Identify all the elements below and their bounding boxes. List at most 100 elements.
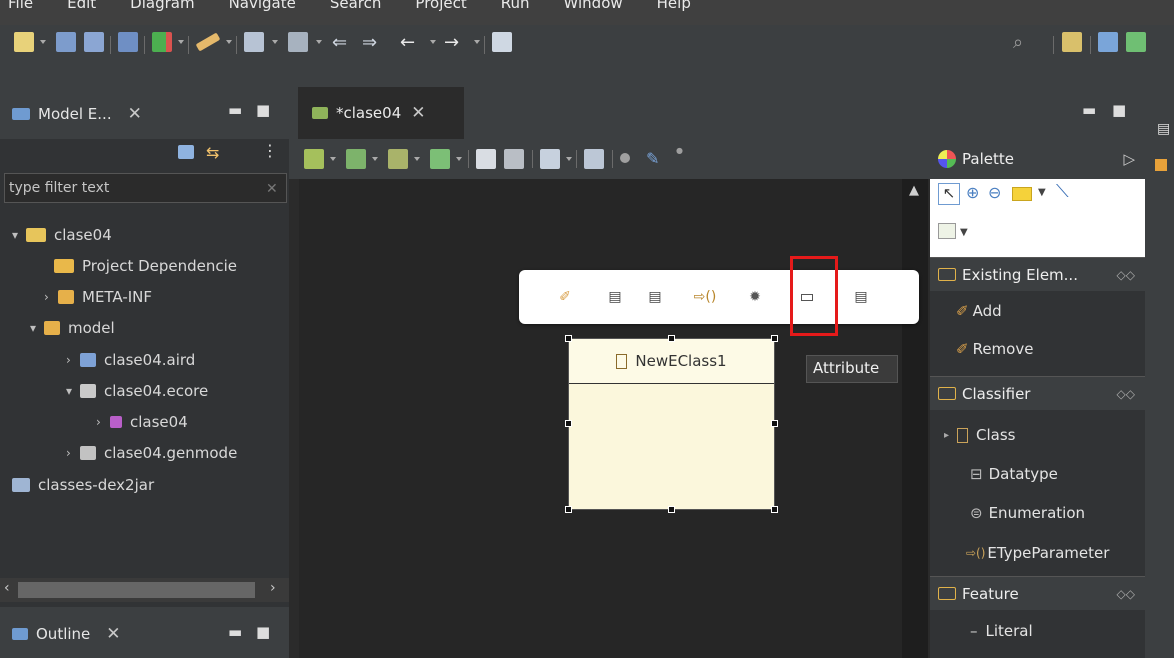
menu-diagram[interactable]: Diagram (130, 0, 194, 12)
arrange-dropdown-icon[interactable] (330, 157, 336, 161)
eclass-name[interactable]: NewEClass1 (635, 352, 726, 370)
pin-tool-icon[interactable] (938, 223, 956, 239)
filters-icon[interactable] (430, 149, 450, 169)
arrange-all-icon[interactable] (304, 149, 324, 169)
chevron-right-icon[interactable]: › (66, 353, 80, 367)
pin-dropdown-icon[interactable]: ▼ (960, 227, 968, 238)
settings-icon[interactable]: ✹ (745, 287, 765, 307)
forward-edit-icon[interactable]: ⇒ (362, 32, 386, 53)
palette-section-feature[interactable]: Feature ◇◇ (930, 576, 1145, 610)
maximize-icon[interactable]: ■ (1112, 101, 1126, 119)
tree-item-project[interactable]: ▾ clase04 (12, 222, 112, 248)
resize-handle[interactable] (668, 506, 675, 513)
resize-handle[interactable] (668, 335, 675, 342)
chevron-down-icon[interactable]: ▾ (30, 321, 44, 335)
back-edit-icon[interactable]: ⇐ (332, 32, 356, 53)
filter-input[interactable]: type filter text (4, 173, 287, 203)
select-tool-icon[interactable]: ↖ (938, 183, 960, 205)
resize-handle[interactable] (771, 506, 778, 513)
tree-item-ecore[interactable]: ▾ clase04.ecore (66, 378, 208, 404)
pencil-dropdown-icon[interactable] (226, 40, 232, 44)
console-icon[interactable] (118, 32, 138, 52)
note-icon[interactable] (1012, 187, 1032, 201)
palette-section-classifier[interactable]: Classifier ◇◇ (930, 376, 1145, 410)
menu-navigate[interactable]: Navigate (229, 0, 296, 12)
palette-section-existing[interactable]: Existing Elem... ◇◇ (930, 257, 1145, 291)
maximize-icon[interactable]: ■ (256, 623, 270, 641)
back-icon[interactable]: ← (400, 32, 424, 53)
resize-handle[interactable] (565, 335, 572, 342)
view-menu-icon[interactable]: ⋮ (262, 141, 278, 163)
zoom-in-icon[interactable]: ⊕ (966, 183, 979, 202)
tree-item-meta-inf[interactable]: › META-INF (44, 284, 152, 310)
vertical-scrollbar[interactable]: ▲ (902, 179, 928, 658)
export-image-icon[interactable] (584, 149, 604, 169)
scroll-right-icon[interactable]: › (270, 580, 276, 596)
chevron-right-icon[interactable]: › (44, 290, 58, 304)
palette-item-datatype[interactable]: ⊟ Datatype (970, 459, 1058, 489)
palette-item-etypeparameter[interactable]: ⇨() ETypeParameter (966, 538, 1109, 568)
resize-handle[interactable] (771, 420, 778, 427)
eclass-header[interactable]: NewEClass1 (569, 339, 774, 384)
chevron-down-icon[interactable]: ▾ (66, 384, 80, 398)
section-toggle-icon[interactable]: ◇◇ (1117, 268, 1135, 282)
tree-item-genmodel[interactable]: › clase04.genmode (66, 440, 237, 466)
perspective-icon[interactable] (1062, 32, 1082, 52)
layout-icon[interactable] (540, 149, 560, 169)
tab-clase04-diagram[interactable]: *clase04 ✕ (298, 87, 464, 139)
debug-dropdown-icon[interactable] (178, 40, 184, 44)
menu-help[interactable]: Help (657, 0, 691, 12)
palette-item-enumeration[interactable]: ⊜ Enumeration (970, 498, 1085, 528)
eclass-node[interactable]: NewEClass1 (568, 338, 775, 510)
menu-edit[interactable]: Edit (67, 0, 96, 12)
select-dropdown-icon[interactable] (372, 157, 378, 161)
modeling-perspective-icon[interactable] (1126, 32, 1146, 52)
tab-outline[interactable]: Outline ✕ (12, 617, 121, 651)
next-annotation-icon[interactable] (288, 32, 308, 52)
operation-icon[interactable]: ⇨() (691, 287, 719, 307)
pencil-icon[interactable]: ✐ (555, 287, 575, 307)
close-icon[interactable]: ✕ (106, 624, 120, 644)
close-icon[interactable]: ✕ (411, 103, 425, 123)
menu-run[interactable]: Run (501, 0, 530, 12)
menu-window[interactable]: Window (564, 0, 623, 12)
minimize-icon[interactable]: ▬ (228, 101, 242, 119)
pin-icon[interactable] (476, 149, 496, 169)
java-perspective-icon[interactable] (1098, 32, 1118, 52)
chevron-right-icon[interactable]: › (66, 446, 80, 460)
menu-project[interactable]: Project (415, 0, 466, 12)
new-icon[interactable] (14, 32, 34, 52)
menu-file[interactable]: File (8, 0, 33, 12)
maximize-icon[interactable]: ■ (256, 101, 270, 119)
tab-model-explorer[interactable]: Model E... ✕ (12, 97, 142, 131)
hide-element-icon[interactable]: ✎ (646, 149, 666, 169)
filters-dropdown-icon[interactable] (456, 157, 462, 161)
section-toggle-icon[interactable]: ◇◇ (1117, 387, 1135, 401)
minimize-icon[interactable]: ▬ (228, 623, 242, 641)
add-supertype-icon[interactable]: ▤ (605, 287, 625, 307)
unpin-icon[interactable] (504, 149, 524, 169)
tree-item-classes-dex2jar[interactable]: classes-dex2jar (12, 472, 154, 498)
resize-handle[interactable] (565, 420, 572, 427)
debug-icon[interactable] (152, 32, 172, 52)
section-toggle-icon[interactable]: ◇◇ (1117, 587, 1135, 601)
layers-icon[interactable] (388, 149, 408, 169)
zoom-out-icon[interactable]: ⊖ (988, 183, 1001, 202)
forward-dropdown-icon[interactable] (474, 40, 480, 44)
problems-view-icon[interactable] (1155, 159, 1167, 171)
scrollbar-thumb[interactable] (18, 582, 255, 598)
note-dropdown-icon[interactable]: ▼ (1038, 187, 1046, 198)
collapse-all-icon[interactable] (178, 145, 194, 159)
forward-icon[interactable]: → (444, 32, 468, 53)
select-all-icon[interactable] (346, 149, 366, 169)
add-subtype-icon[interactable]: ▤ (645, 287, 665, 307)
link-with-editor-icon[interactable]: ⇆ (206, 143, 226, 162)
chevron-right-icon[interactable]: › (96, 415, 110, 429)
layout-dropdown-icon[interactable] (566, 157, 572, 161)
search-icon[interactable]: ⌕ (1013, 32, 1035, 53)
tree-item-package[interactable]: › clase04 (96, 409, 188, 435)
import-dropdown-icon[interactable] (272, 40, 278, 44)
properties-view-icon[interactable]: ▤ (1157, 121, 1170, 137)
palette-item-literal[interactable]: – Literal (970, 616, 1033, 646)
tree-item-dependencies[interactable]: Project Dependencie (54, 253, 237, 279)
